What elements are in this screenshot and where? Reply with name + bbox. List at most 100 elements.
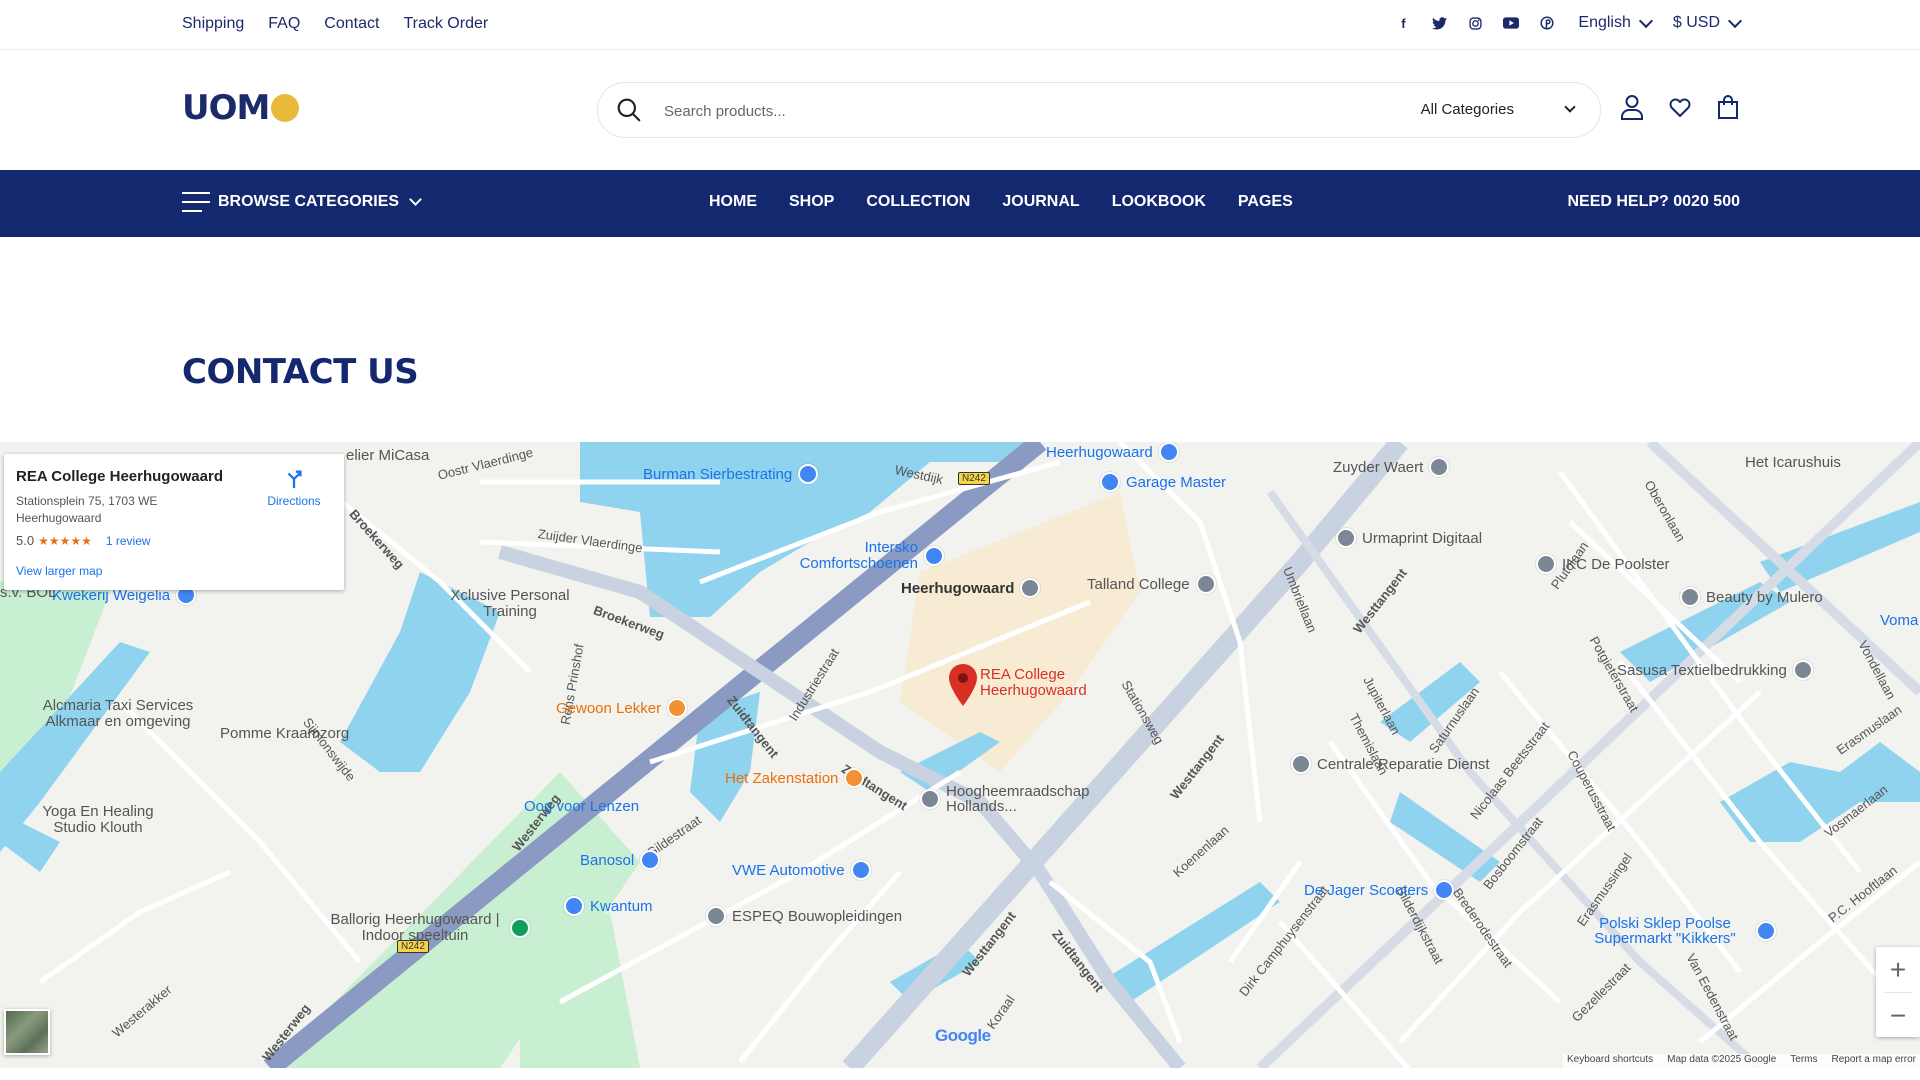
directions-label: Directions xyxy=(267,494,321,508)
user-icon[interactable] xyxy=(1620,94,1644,120)
faq-link[interactable]: FAQ xyxy=(268,15,300,33)
nav-lookbook[interactable]: LOOKBOOK xyxy=(1112,193,1206,211)
instagram-icon[interactable] xyxy=(1466,14,1484,32)
directions-icon xyxy=(287,470,302,489)
youtube-icon[interactable] xyxy=(1502,14,1520,32)
map-place[interactable]: Kwantum xyxy=(564,896,653,916)
directions-button[interactable]: Directions xyxy=(262,468,326,508)
place-rating: 5.0 ★★★★★ 1 review xyxy=(16,533,332,548)
map-place[interactable]: Het Zakenstation xyxy=(725,768,865,788)
map-place[interactable]: elier MiCasa xyxy=(346,447,429,464)
map-place[interactable]: VWE Automotive xyxy=(732,860,871,880)
place-pin-icon xyxy=(1756,921,1776,941)
place-pin-icon xyxy=(1100,472,1120,492)
map-place[interactable]: Gewoon Lekker xyxy=(556,698,688,718)
view-larger-map-link[interactable]: View larger map xyxy=(16,564,102,578)
map-place[interactable]: Garage Master xyxy=(1100,472,1226,492)
hamburger-icon xyxy=(182,192,210,212)
map-place[interactable]: Heerhugowaard xyxy=(901,578,1041,598)
wishlist-heart-icon[interactable] xyxy=(1668,94,1692,120)
search-icon[interactable] xyxy=(616,97,642,123)
train-station-icon xyxy=(1020,578,1041,598)
logo-dot xyxy=(271,94,300,122)
map-place[interactable]: Xclusive Personal Training xyxy=(440,588,580,620)
chevron-down-icon xyxy=(409,193,422,206)
map-place[interactable]: ESPEQ Bouwopleidingen xyxy=(706,906,902,926)
top-right: f English $ USD xyxy=(1394,13,1743,32)
map-layer-toggle[interactable] xyxy=(4,1009,50,1055)
map-place[interactable]: Zuyder Waert xyxy=(1333,457,1450,477)
map-place[interactable]: Talland College xyxy=(1087,574,1216,594)
cart-bag-icon[interactable] xyxy=(1716,94,1740,120)
place-pin-icon xyxy=(1792,660,1813,680)
rating-value: 5.0 xyxy=(16,533,35,548)
place-pin-icon xyxy=(564,896,584,916)
map-place[interactable]: Voma xyxy=(1880,612,1918,629)
location-marker[interactable] xyxy=(948,664,978,711)
place-pin-icon xyxy=(798,464,819,484)
nav-shop[interactable]: SHOP xyxy=(789,193,834,211)
chevron-down-icon xyxy=(1727,13,1743,28)
help-phone[interactable]: NEED HELP? 0020 500 xyxy=(1567,193,1740,211)
map-place[interactable]: Ballorig Heerhugowaard | Indoor speeltui… xyxy=(326,912,530,944)
search-input[interactable] xyxy=(664,99,1264,123)
rating-stars-icon: ★★★★★ xyxy=(38,533,92,548)
map-place[interactable]: Banosol xyxy=(580,850,661,870)
place-pin-icon xyxy=(1434,880,1455,900)
currency-select[interactable]: $ USD xyxy=(1673,13,1743,32)
place-address: Stationsplein 75, 1703 WE Heerhugowaard xyxy=(16,494,158,525)
zoom-out-button[interactable]: − xyxy=(1876,993,1920,1038)
map-place[interactable]: Urmaprint Digitaal xyxy=(1336,528,1482,548)
map-place[interactable]: De Jager Scooters xyxy=(1304,880,1455,900)
map-place[interactable]: Pomme Kraamzorg xyxy=(220,725,349,742)
map-attribution: Keyboard shortcuts Map data ©2025 Google… xyxy=(1562,1054,1920,1068)
map-place[interactable]: Het Icarushuis xyxy=(1745,454,1841,471)
site-logo[interactable]: UOM xyxy=(182,88,300,128)
keyboard-shortcuts-link[interactable]: Keyboard shortcuts xyxy=(1567,1054,1653,1068)
map-place[interactable]: IKC De Poolster xyxy=(1536,554,1670,574)
place-pin-icon xyxy=(924,546,944,566)
search-bar: All Categories xyxy=(597,82,1601,138)
reviews-link[interactable]: 1 review xyxy=(106,534,151,548)
place-pin-icon xyxy=(1429,457,1450,477)
language-select[interactable]: English xyxy=(1578,13,1653,32)
map-place[interactable]: Burman Sierbestrating xyxy=(643,464,819,484)
nav-collection[interactable]: COLLECTION xyxy=(866,193,970,211)
map-place[interactable]: Sasusa Textielbedrukking xyxy=(1617,660,1813,680)
map-place[interactable]: Oog voor Lenzen xyxy=(524,798,639,815)
google-map[interactable]: Oostr Vlaerdinge Westdijk Broekerweg Zui… xyxy=(0,442,1920,1068)
contact-link[interactable]: Contact xyxy=(324,15,379,33)
facebook-icon[interactable]: f xyxy=(1394,14,1412,32)
map-place[interactable]: Heerhugowaard xyxy=(1046,442,1179,462)
category-select[interactable]: All Categories xyxy=(1420,101,1576,118)
category-value: All Categories xyxy=(1420,101,1514,118)
map-place[interactable]: Beauty by Mulero xyxy=(1680,587,1823,607)
nav-home[interactable]: HOME xyxy=(709,193,757,211)
track-order-link[interactable]: Track Order xyxy=(403,15,488,33)
zoom-in-button[interactable]: + xyxy=(1876,947,1920,992)
nav-pages[interactable]: PAGES xyxy=(1238,193,1293,211)
shipping-link[interactable]: Shipping xyxy=(182,15,244,33)
map-place[interactable]: Yoga En Healing Studio Klouth xyxy=(28,804,168,836)
terms-link[interactable]: Terms xyxy=(1790,1054,1817,1068)
place-pin-icon xyxy=(706,906,726,926)
nav-journal[interactable]: JOURNAL xyxy=(1002,193,1079,211)
place-pin-icon xyxy=(1195,574,1216,594)
map-place[interactable]: Alcmaria Taxi Services Alkmaar en omgevi… xyxy=(18,698,218,730)
language-value: English xyxy=(1578,14,1631,31)
map-place[interactable]: Hoogheemraadschap Hollands... xyxy=(920,784,1106,814)
map-place[interactable]: Centrale Reparatie Dienst xyxy=(1291,754,1490,774)
browse-categories-button[interactable]: BROWSE CATEGORIES xyxy=(182,192,422,212)
place-pin-icon xyxy=(1336,528,1356,548)
report-error-link[interactable]: Report a map error xyxy=(1832,1054,1916,1068)
chevron-down-icon xyxy=(1564,101,1576,113)
twitter-icon[interactable] xyxy=(1430,14,1448,32)
map-place[interactable]: Polski Sklep Poolse Supermarkt "Kikkers" xyxy=(1580,916,1776,946)
marker-label: REA College Heerhugowaard xyxy=(980,666,1087,699)
government-icon xyxy=(920,789,940,809)
page-title: CONTACT US xyxy=(182,352,419,392)
map-place[interactable]: Intersko Comfortschoenen xyxy=(790,540,950,572)
logo-text: UOM xyxy=(182,88,270,128)
restaurant-icon xyxy=(667,698,688,718)
pinterest-icon[interactable] xyxy=(1538,14,1556,32)
